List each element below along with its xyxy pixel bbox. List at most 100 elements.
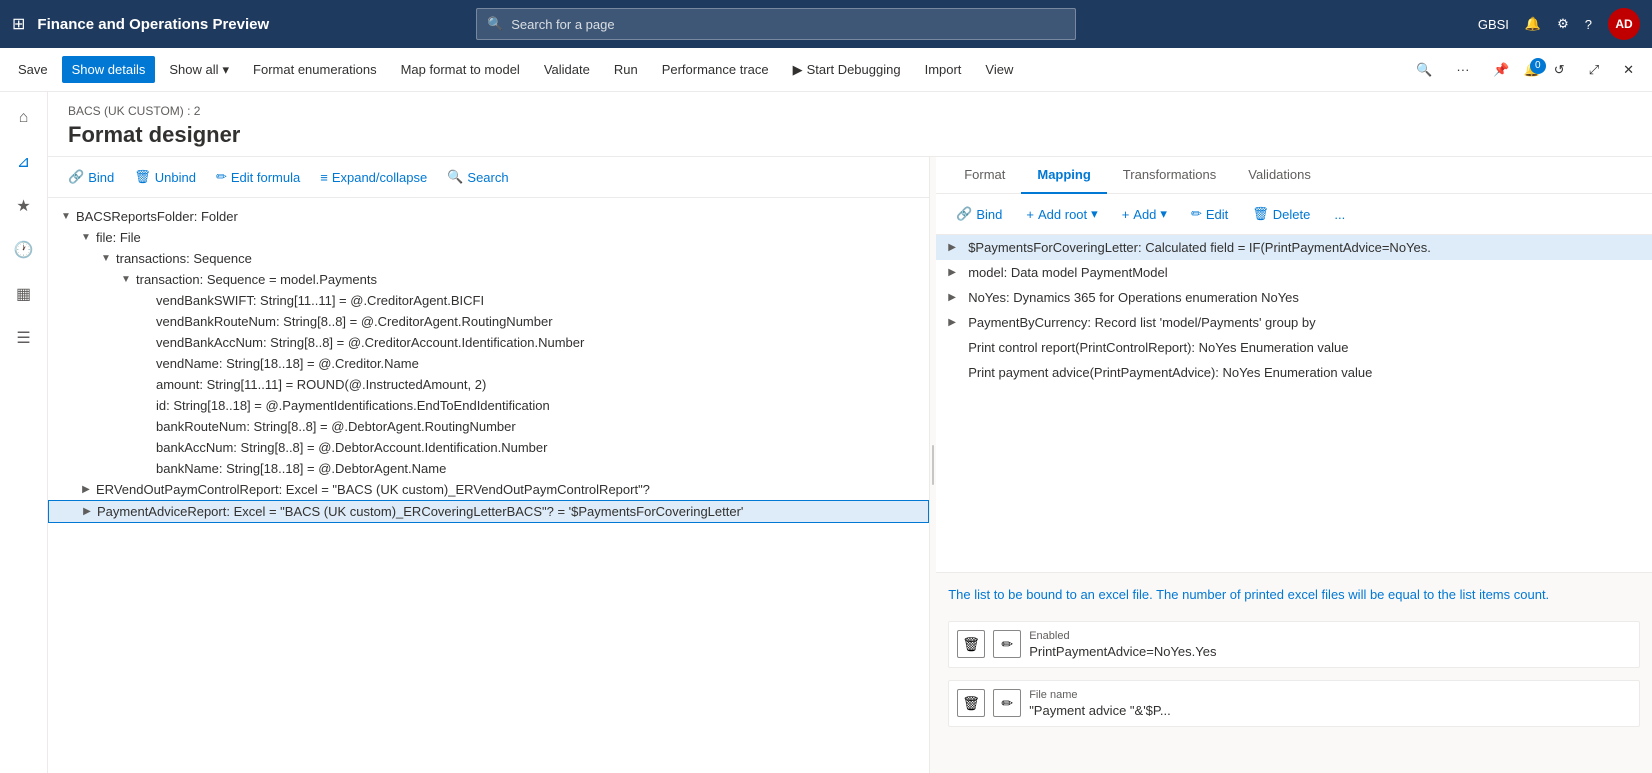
trash-icon-mapping: 🗑 (1252, 206, 1269, 222)
tree-toggle-icon[interactable]: ▶ (76, 484, 96, 495)
tree-toggle-icon[interactable]: ▼ (96, 253, 116, 264)
tree-item-label: bankRouteNum: String[8..8] = @.DebtorAge… (156, 419, 921, 434)
mapping-item[interactable]: ▶model: Data model PaymentModel (936, 260, 1652, 285)
tree-item[interactable]: ▼file: File (48, 227, 929, 248)
search-cmd-button[interactable]: 🔍 (1406, 56, 1442, 84)
tree-item-label: vendBankAccNum: String[8..8] = @.Credito… (156, 335, 921, 350)
mapping-item[interactable]: ▶$PaymentsForCoveringLetter: Calculated … (936, 235, 1652, 260)
search-tree-button[interactable]: 🔍 Search (439, 165, 516, 189)
show-all-button[interactable]: Show all ▾ (159, 56, 239, 84)
tree-item[interactable]: ▶ERVendOutPaymControlReport: Excel = "BA… (48, 479, 929, 500)
edit-enabled-icon[interactable]: ✏ (993, 630, 1021, 658)
sidebar-favorites[interactable]: ★ (6, 188, 42, 224)
validate-button[interactable]: Validate (534, 56, 600, 83)
format-panel: 🔗 Bind 🗑 Unbind ✏ Edit formula ≡ Expand/… (48, 157, 930, 773)
notification-icon[interactable]: 🔔 (1525, 16, 1541, 32)
tree-item-label: vendName: String[18..18] = @.Creditor.Na… (156, 356, 921, 371)
mapping-expand-icon[interactable]: ▶ (948, 317, 968, 328)
command-bar-right: 🔍 ··· 📌 🔔 0 ↺ ⤢ ✕ (1406, 56, 1644, 84)
mapping-item[interactable]: Print payment advice(PrintPaymentAdvice)… (936, 360, 1652, 385)
tree-toggle-icon[interactable]: ▶ (77, 506, 97, 517)
edit-mapping-button[interactable]: ✏ Edit (1183, 202, 1236, 226)
more-button[interactable]: ··· (1446, 56, 1479, 83)
sidebar-filter[interactable]: ⊿ (6, 144, 42, 180)
pinned-button[interactable]: 📌 (1483, 56, 1519, 84)
tree-item-label: amount: String[11..11] = ROUND(@.Instruc… (156, 377, 921, 392)
tree-toggle-icon[interactable]: ▼ (76, 232, 96, 243)
plus-icon-root: + (1026, 207, 1034, 222)
expand-collapse-button[interactable]: ≡ Expand/collapse (312, 166, 435, 189)
refresh-button[interactable]: ↺ (1544, 56, 1575, 84)
tree-toggle-icon[interactable]: ▼ (116, 274, 136, 285)
delete-filename-icon[interactable]: 🗑 (957, 689, 985, 717)
pencil-icon: ✏ (216, 169, 227, 185)
expand-icon: ≡ (320, 170, 328, 185)
bind-button[interactable]: 🔗 Bind (60, 165, 122, 189)
close-button[interactable]: ✕ (1613, 56, 1644, 84)
settings-icon[interactable]: ⚙ (1557, 16, 1569, 32)
add-root-button[interactable]: + Add root ▾ (1018, 202, 1105, 226)
mapping-expand-icon[interactable]: ▶ (948, 242, 968, 253)
add-button[interactable]: + Add ▾ (1114, 202, 1175, 226)
tree-item[interactable]: amount: String[11..11] = ROUND(@.Instruc… (48, 374, 929, 395)
delete-enabled-icon[interactable]: 🗑 (957, 630, 985, 658)
start-debugging-button[interactable]: ▶ Start Debugging (783, 56, 911, 84)
format-enumerations-button[interactable]: Format enumerations (243, 56, 387, 83)
tab-validations[interactable]: Validations (1232, 157, 1327, 194)
sidebar-home[interactable]: ⌂ (6, 100, 42, 136)
mapping-bind-button[interactable]: 🔗 Bind (948, 202, 1010, 226)
delete-mapping-button[interactable]: 🗑 Delete (1244, 202, 1318, 226)
enabled-content: Enabled PrintPaymentAdvice=NoYes.Yes (1029, 630, 1631, 659)
edit-formula-button[interactable]: ✏ Edit formula (208, 165, 308, 189)
tree-item-label: transaction: Sequence = model.Payments (136, 272, 921, 287)
tree-item[interactable]: bankRouteNum: String[8..8] = @.DebtorAge… (48, 416, 929, 437)
tree-item[interactable]: ▶PaymentAdviceReport: Excel = "BACS (UK … (48, 500, 929, 523)
help-icon[interactable]: ? (1585, 17, 1592, 32)
tree-item[interactable]: id: String[18..18] = @.PaymentIdentifica… (48, 395, 929, 416)
performance-trace-button[interactable]: Performance trace (652, 56, 779, 83)
grid-icon[interactable]: ⊞ (12, 14, 25, 34)
tree-item-label: PaymentAdviceReport: Excel = "BACS (UK c… (97, 504, 920, 519)
mapping-item-label: PaymentByCurrency: Record list 'model/Pa… (968, 315, 1640, 330)
sidebar-recent[interactable]: 🕐 (6, 232, 42, 268)
enabled-value: PrintPaymentAdvice=NoYes.Yes (1029, 644, 1631, 659)
tree-item[interactable]: vendBankRouteNum: String[8..8] = @.Credi… (48, 311, 929, 332)
show-details-button[interactable]: Show details (62, 56, 156, 83)
maximize-button[interactable]: ⤢ (1579, 56, 1609, 84)
mapping-item-label: $PaymentsForCoveringLetter: Calculated f… (968, 240, 1640, 255)
sidebar-list[interactable]: ☰ (6, 320, 42, 356)
tree-item[interactable]: ▼transaction: Sequence = model.Payments (48, 269, 929, 290)
tree-item[interactable]: vendName: String[18..18] = @.Creditor.Na… (48, 353, 929, 374)
tree-item[interactable]: bankAccNum: String[8..8] = @.DebtorAccou… (48, 437, 929, 458)
tab-transformations[interactable]: Transformations (1107, 157, 1232, 194)
global-search[interactable]: 🔍 Search for a page (476, 8, 1076, 40)
more-mapping-button[interactable]: ... (1326, 203, 1353, 226)
run-button[interactable]: Run (604, 56, 648, 83)
mapping-expand-icon[interactable]: ▶ (948, 292, 968, 303)
tree-item[interactable]: ▼transactions: Sequence (48, 248, 929, 269)
notification-badge[interactable]: 🔔 0 (1524, 62, 1540, 78)
tab-format[interactable]: Format (948, 157, 1021, 194)
map-format-button[interactable]: Map format to model (391, 56, 530, 83)
tree-item[interactable]: bankName: String[18..18] = @.DebtorAgent… (48, 458, 929, 479)
save-button[interactable]: Save (8, 56, 58, 83)
tab-mapping[interactable]: Mapping (1021, 157, 1106, 194)
view-button[interactable]: View (975, 56, 1023, 83)
tree-item[interactable]: ▼BACSReportsFolder: Folder (48, 206, 929, 227)
edit-filename-icon[interactable]: ✏ (993, 689, 1021, 717)
mapping-item-label: NoYes: Dynamics 365 for Operations enume… (968, 290, 1640, 305)
enabled-info-item: 🗑 ✏ Enabled PrintPaymentAdvice=NoYes.Yes (948, 621, 1640, 668)
mapping-item[interactable]: Print control report(PrintControlReport)… (936, 335, 1652, 360)
mapping-item[interactable]: ▶NoYes: Dynamics 365 for Operations enum… (936, 285, 1652, 310)
sidebar-calendar[interactable]: ▦ (6, 276, 42, 312)
mapping-expand-icon[interactable]: ▶ (948, 267, 968, 278)
import-button[interactable]: Import (915, 56, 972, 83)
unbind-button[interactable]: 🗑 Unbind (126, 165, 204, 189)
tree-toggle-icon[interactable]: ▼ (56, 211, 76, 222)
tree-item[interactable]: vendBankAccNum: String[8..8] = @.Credito… (48, 332, 929, 353)
resize-handle[interactable] (930, 157, 936, 773)
mapping-item[interactable]: ▶PaymentByCurrency: Record list 'model/P… (936, 310, 1652, 335)
tree-item[interactable]: vendBankSWIFT: String[11..11] = @.Credit… (48, 290, 929, 311)
avatar[interactable]: AD (1608, 8, 1640, 40)
filename-content: File name "Payment advice "&'$P... (1029, 689, 1631, 718)
